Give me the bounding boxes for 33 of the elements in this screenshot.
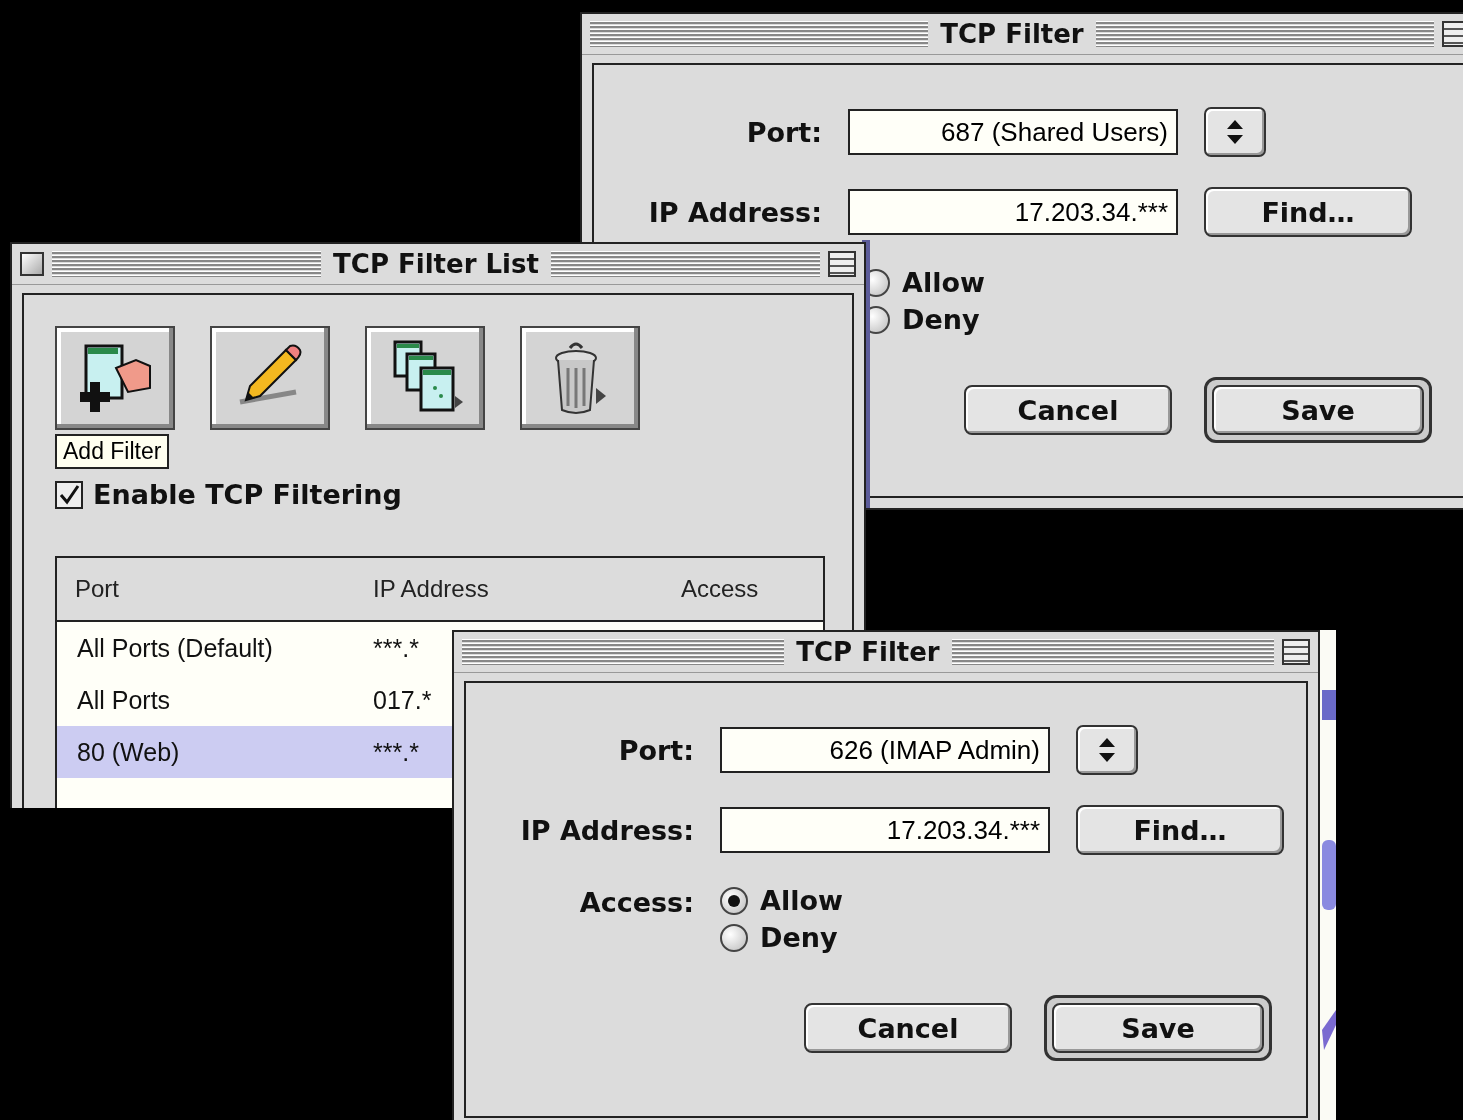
find-button[interactable]: Find…	[1076, 805, 1284, 855]
window-title: TCP Filter	[795, 637, 941, 667]
port-field[interactable]: 626 (IMAP Admin)	[720, 727, 1050, 773]
tooltip: Add Filter	[55, 434, 170, 469]
radio-label: Allow	[902, 267, 985, 298]
dialog-button[interactable]: Cancel	[804, 1003, 1012, 1053]
window-title: TCP Filter	[939, 19, 1085, 49]
checkbox-label: Enable TCP Filtering	[93, 479, 402, 510]
table-cell: All Ports	[77, 685, 171, 715]
field-label: IP Address:	[519, 814, 694, 846]
window-title: TCP Filter List	[332, 249, 540, 279]
field-label: Port:	[617, 734, 694, 766]
find-button[interactable]: Find…	[1204, 187, 1412, 237]
column-header[interactable]: IP Address	[373, 575, 681, 603]
table-cell: 017.*	[373, 685, 432, 715]
field-label: Port:	[745, 116, 822, 148]
ip-address-field[interactable]: 17.203.34.***	[848, 189, 1178, 235]
ip-address-field[interactable]: 17.203.34.***	[720, 807, 1050, 853]
table-cell: 80 (Web)	[77, 737, 180, 767]
field-label: IP Address:	[647, 196, 822, 228]
radio-label: Allow	[760, 885, 843, 916]
radio-label: Deny	[902, 304, 980, 335]
port-field[interactable]: 687 (Shared Users)	[848, 109, 1178, 155]
table-cell: All Ports (Default)	[77, 633, 273, 663]
default-button[interactable]: Save	[1212, 385, 1424, 435]
dialog-button[interactable]: Cancel	[964, 385, 1172, 435]
field-label: Access:	[578, 886, 694, 918]
table-cell: ***.*	[373, 633, 419, 663]
column-header[interactable]: Port	[75, 575, 373, 603]
radio-label: Deny	[760, 922, 838, 953]
default-button[interactable]: Save	[1052, 1003, 1264, 1053]
column-header[interactable]: Access	[681, 575, 823, 603]
table-cell: ***.*	[373, 737, 419, 767]
